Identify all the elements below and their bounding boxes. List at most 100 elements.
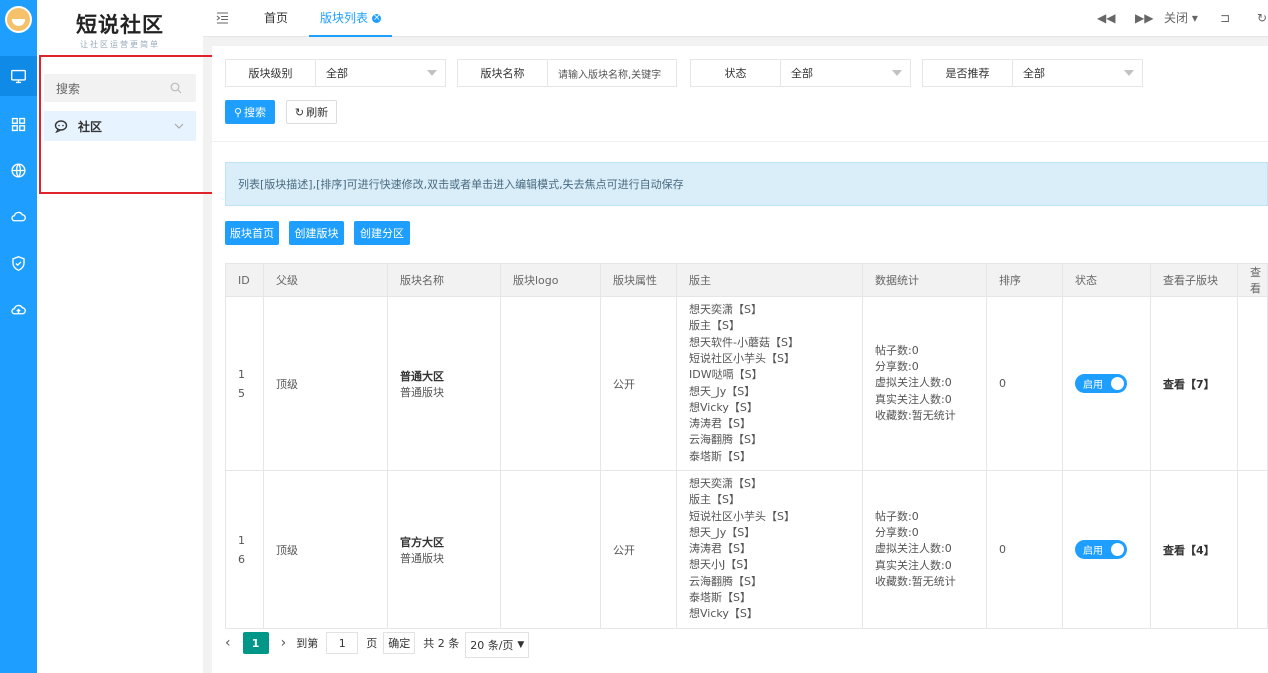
scroll-left-icon[interactable]: ◀◀ [1097, 0, 1115, 37]
filter-label: 是否推荐 [923, 60, 1013, 86]
owner-item: 想天_Jy【S】 [689, 384, 756, 398]
page-label: 页 [366, 637, 378, 650]
menu-fold-icon[interactable] [216, 12, 229, 24]
grid-icon[interactable] [0, 104, 37, 144]
stat-item: 分享数:0 [875, 526, 919, 540]
owner-item: 短说社区小芋头【S】 [689, 509, 795, 523]
board-name: 官方大区 [400, 535, 444, 549]
page-size-value: 20 条/页 [470, 639, 514, 652]
stats-cell: 帖子数:0 分享数:0 虚拟关注人数:0 真实关注人数:0 收藏数:暂无统计 [862, 470, 987, 629]
filter-placeholder: 请输入版块名称,关键字 [558, 69, 662, 81]
board-name: 普通大区 [400, 369, 444, 383]
notice-text: 列表[版块描述],[排序]可进行快速修改,双击或者单击进入编辑模式,失去焦点可进… [238, 178, 684, 191]
create-zone-button[interactable]: 创建分区 [354, 221, 410, 245]
stat-item: 收藏数:暂无统计 [875, 574, 956, 588]
tab-home[interactable]: 首页 [264, 0, 288, 37]
main-content: 版块级别 全部 版块名称 请输入版块名称,关键字 状态 全部 是否推荐 全部 ⚲… [212, 46, 1268, 673]
view-sub-board-link[interactable]: 查看【4】 [1163, 544, 1215, 557]
globe-icon[interactable] [0, 150, 37, 190]
goto-confirm-button[interactable]: 确定 [383, 632, 416, 654]
close-menu[interactable]: 关闭 ▾ [1164, 0, 1198, 37]
board-table: ID 父级 版块名称 版块logo 版块属性 版主 数据统计 排序 状态 查看子… [225, 263, 1268, 629]
owner-item: 涛涛君【S】 [689, 417, 751, 431]
owner-item: 想天_Jy【S】 [689, 525, 756, 539]
board-name-input[interactable]: 请输入版块名称,关键字 [548, 60, 676, 86]
view-sub-board-link[interactable]: 查看【7】 [1163, 378, 1215, 391]
owner-item: 想天小J【S】 [689, 558, 755, 572]
caret-down-icon [1124, 70, 1134, 76]
column-header: 版主 [676, 263, 863, 297]
tab-close-icon[interactable] [372, 0, 382, 36]
column-header: 版块属性 [600, 263, 677, 297]
column-header: 版块名称 [387, 263, 501, 297]
board-desc[interactable]: 普通版块 [400, 550, 500, 566]
filter-label: 状态 [691, 60, 781, 86]
owner-item: 版主【S】 [689, 493, 740, 507]
owner-item: 泰塔斯【S】 [689, 591, 751, 605]
sort-cell[interactable]: 0 [986, 296, 1063, 471]
monitor-icon[interactable] [0, 56, 37, 96]
board-home-button[interactable]: 版块首页 [225, 221, 279, 245]
current-page[interactable]: 1 [242, 632, 269, 654]
owner-item: 云海翻腾【S】 [689, 433, 762, 447]
status-toggle[interactable]: 启用 [1075, 374, 1127, 393]
chevron-down-icon: ▼ [517, 640, 525, 650]
refresh-button-label: 刷新 [306, 106, 329, 119]
page-size-select[interactable]: 20 条/页 ▼ [465, 632, 530, 658]
view-cell [1237, 470, 1268, 629]
highlight-box [39, 55, 216, 194]
scroll-right-icon[interactable]: ▶▶ [1135, 0, 1153, 37]
total-count: 共 2 条 [423, 637, 460, 650]
owner-item: IDW哒嗝【S】 [689, 368, 763, 382]
search-icon: ⚲ [233, 105, 243, 119]
filter-status: 状态 全部 [690, 59, 911, 87]
next-page-icon[interactable]: › [281, 635, 287, 651]
status-select[interactable]: 全部 [781, 60, 910, 86]
shield-icon[interactable] [0, 243, 37, 283]
table-header-row: ID 父级 版块名称 版块logo 版块属性 版主 数据统计 排序 状态 查看子… [225, 263, 1268, 297]
column-header: 数据统计 [862, 263, 987, 297]
cloud-icon[interactable] [0, 196, 37, 236]
owner-item: 涛涛君【S】 [689, 542, 751, 556]
stats-cell: 帖子数:0 分享数:0 虚拟关注人数:0 真实关注人数:0 收藏数:暂无统计 [862, 296, 987, 471]
sort-cell[interactable]: 0 [986, 470, 1063, 629]
logo-cell [500, 296, 601, 471]
status-toggle[interactable]: 启用 [1075, 540, 1127, 559]
status-toggle-label: 启用 [1083, 380, 1103, 391]
prev-page-icon[interactable]: ‹ [225, 635, 231, 651]
parent-cell: 顶级 [263, 470, 388, 629]
status-toggle-label: 启用 [1083, 546, 1103, 557]
attr-cell: 公开 [600, 296, 677, 471]
divider [212, 141, 1268, 142]
refresh-button[interactable]: ↻ 刷新 [286, 100, 337, 124]
goto-page-input[interactable]: 1 [326, 632, 359, 654]
cloud-upload-icon[interactable] [0, 289, 37, 329]
pagination: ‹ 1 › 到第 1 页 确定 共 2 条 20 条/页 ▼ [225, 631, 530, 658]
refresh-page-icon[interactable]: ↻ [1257, 0, 1267, 37]
sub-board-cell: 查看【7】 [1150, 296, 1238, 471]
table-row[interactable]: 16 顶级 官方大区 普通版块 公开 想天奕潇【S】 版主【S】 短说社区小芋头【… [225, 470, 1268, 629]
name-cell[interactable]: 普通大区 普通版块 [387, 296, 501, 471]
app-subtitle: 让社区运营更简单 [80, 40, 160, 49]
filter-label: 版块名称 [458, 60, 548, 86]
fullscreen-icon[interactable]: ⊐ [1220, 0, 1230, 37]
name-cell[interactable]: 官方大区 普通版块 [387, 470, 501, 629]
stat-item: 真实关注人数:0 [875, 558, 952, 572]
board-desc[interactable]: 普通版块 [400, 384, 500, 400]
tab-board-list[interactable]: 版块列表 [309, 0, 393, 37]
attr-cell: 公开 [600, 470, 677, 629]
recommend-select[interactable]: 全部 [1013, 60, 1142, 86]
table-row[interactable]: 15 顶级 普通大区 普通版块 公开 想天奕潇【S】 版主【S】 想天软件-小蘑菇… [225, 296, 1268, 471]
sub-board-cell: 查看【4】 [1150, 470, 1238, 629]
refresh-icon: ↻ [294, 105, 305, 119]
topbar: 首页 版块列表 ◀◀ ▶▶ 关闭 ▾ ⊐ ↻ [203, 0, 1268, 37]
id-cell: 15 [225, 296, 264, 471]
stat-item: 虚拟关注人数:0 [875, 376, 952, 390]
avatar[interactable] [5, 6, 32, 33]
board-level-select[interactable]: 全部 [316, 60, 445, 86]
column-header: 版块logo [500, 263, 601, 297]
search-button[interactable]: ⚲ 搜索 [225, 100, 275, 124]
create-board-button[interactable]: 创建版块 [289, 221, 344, 245]
id-digit: 6 [238, 552, 245, 566]
column-header: 查看子版块 [1150, 263, 1238, 297]
